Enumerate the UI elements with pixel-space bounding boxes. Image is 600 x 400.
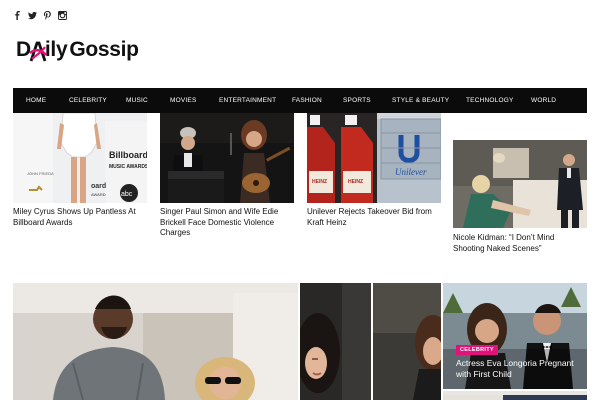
svg-text:oard: oard — [91, 183, 106, 190]
article-thumbnail-couple[interactable] — [13, 283, 298, 400]
article-title[interactable]: Miley Cyrus Shows Up Pantless At Billboa… — [13, 207, 153, 228]
svg-text:JOHN FRIEDA: JOHN FRIEDA — [27, 171, 54, 176]
article-thumbnail-miley[interactable]: Billboard MUSIC AWARDS abc JOHN FRIEDA o… — [13, 113, 147, 203]
nav-item-technology[interactable]: TECHNOLOGY — [466, 97, 514, 104]
svg-text:HEINZ: HEINZ — [348, 179, 363, 185]
article-thumbnail-paul-simon[interactable] — [160, 113, 294, 203]
svg-text:HEINZ: HEINZ — [312, 179, 327, 185]
nav-item-movies[interactable]: MOVIES — [170, 97, 196, 104]
nav-item-sports[interactable]: SPORTS — [343, 97, 371, 104]
svg-text:Unilever: Unilever — [395, 167, 427, 177]
category-badge[interactable]: CELEBRITY — [456, 345, 498, 355]
nav-item-world[interactable]: WORLD — [531, 97, 556, 104]
pinterest-icon[interactable] — [43, 9, 52, 21]
article-thumbnail-nicole-kidman[interactable] — [453, 140, 587, 228]
instagram-icon[interactable] — [58, 9, 67, 21]
social-links — [13, 9, 67, 21]
article-title[interactable]: Singer Paul Simon and Wife Edie Brickell… — [160, 207, 298, 239]
featured-article-card[interactable]: CELEBRITY Actress Eva Longoria Pregnant … — [443, 283, 587, 389]
svg-text:MUSIC AWARDS: MUSIC AWARDS — [109, 164, 147, 170]
nav-item-home[interactable]: HOME — [26, 97, 46, 104]
svg-text:Billboard: Billboard — [109, 150, 147, 160]
logo-text: ily — [44, 38, 68, 61]
article-thumbnail-next[interactable] — [443, 391, 587, 400]
article-thumbnail-kylie[interactable] — [300, 283, 371, 400]
svg-text:abc: abc — [121, 191, 133, 198]
featured-article-title[interactable]: Actress Eva Longoria Pregnant with First… — [456, 358, 580, 380]
svg-text:AWARD: AWARD — [91, 192, 106, 197]
twitter-icon[interactable] — [28, 9, 37, 21]
logo-text-2: Gossip — [69, 38, 139, 61]
article-thumbnail-portrait[interactable] — [373, 283, 441, 400]
main-navigation: HOME CELEBRITY MUSIC MOVIES ENTERTAINMEN… — [13, 88, 587, 113]
nav-item-fashion[interactable]: FASHION — [292, 97, 322, 104]
site-logo[interactable]: D ily Gossip — [16, 38, 139, 62]
logo-a-mark — [29, 39, 47, 62]
nav-item-style-beauty[interactable]: STYLE & BEAUTY — [392, 97, 449, 104]
facebook-icon[interactable] — [13, 9, 22, 21]
nav-item-music[interactable]: MUSIC — [126, 97, 148, 104]
article-thumbnail-unilever[interactable]: HEINZ HEINZ Unilever — [307, 113, 441, 203]
nav-item-entertainment[interactable]: ENTERTAINMENT — [219, 97, 276, 104]
article-title[interactable]: Unilever Rejects Takeover Bid from Kraft… — [307, 207, 447, 228]
article-title[interactable]: Nicole Kidman: “I Don’t Mind Shooting Na… — [453, 233, 587, 254]
nav-item-celebrity[interactable]: CELEBRITY — [69, 97, 107, 104]
